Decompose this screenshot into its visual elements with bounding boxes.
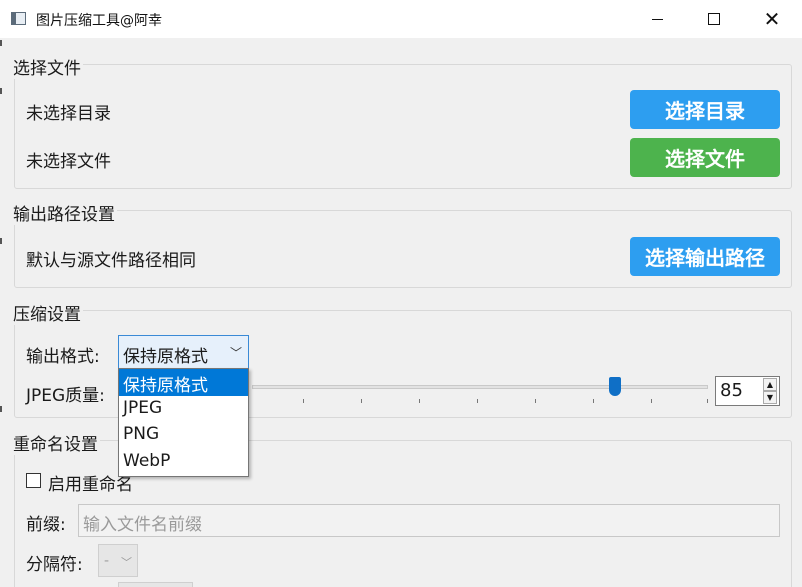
quality-slider-thumb[interactable]: [609, 377, 621, 396]
slider-tick: [707, 399, 708, 403]
chevron-down-icon: ﹀: [121, 556, 132, 569]
slider-tick: [535, 399, 536, 403]
edge-mark: [0, 406, 2, 412]
chevron-down-icon: ﹀: [229, 346, 242, 360]
file-status: 未选择文件: [26, 152, 111, 172]
output-path-status: 默认与源文件路径相同: [26, 251, 196, 271]
format-selected: 保持原格式: [123, 347, 208, 367]
slider-tick: [361, 399, 362, 403]
edge-mark: [0, 88, 2, 94]
quality-label: JPEG质量:: [26, 386, 105, 406]
separator-label: 分隔符:: [26, 555, 83, 575]
prefix-placeholder: 输入文件名前缀: [83, 515, 202, 535]
quality-value: 85: [720, 380, 743, 401]
slider-tick: [477, 399, 478, 403]
spin-up-icon[interactable]: ▲: [763, 378, 777, 391]
separator-value: -: [104, 553, 110, 569]
slider-tick: [593, 399, 594, 403]
edge-mark: [0, 40, 2, 46]
minimize-button[interactable]: [628, 0, 686, 38]
enable-rename-checkbox[interactable]: [26, 473, 41, 488]
rename-title: 重命名设置: [11, 430, 100, 455]
quality-spinbox[interactable]: 85 ▲ ▼: [715, 376, 780, 406]
format-label: 输出格式:: [26, 347, 100, 367]
slider-tick: [651, 399, 652, 403]
format-option[interactable]: WebP: [119, 449, 248, 476]
maximize-button[interactable]: [685, 0, 743, 38]
select-files-title: 选择文件: [11, 54, 83, 79]
partial-field[interactable]: [118, 582, 193, 587]
select-file-button[interactable]: 选择文件: [630, 138, 780, 177]
format-option[interactable]: PNG: [119, 422, 248, 449]
output-path-title: 输出路径设置: [11, 200, 117, 225]
format-option[interactable]: JPEG: [119, 396, 248, 423]
dir-status: 未选择目录: [26, 104, 111, 124]
select-dir-button[interactable]: 选择目录: [630, 90, 780, 129]
prefix-label: 前缀:: [26, 515, 66, 535]
separator-select[interactable]: - ﹀: [98, 544, 138, 577]
compression-title: 压缩设置: [11, 300, 83, 325]
edge-mark: [0, 238, 2, 244]
format-select[interactable]: 保持原格式 ﹀: [118, 335, 249, 369]
quality-slider-track[interactable]: [252, 385, 708, 389]
app-icon: [11, 12, 26, 25]
window-title: 图片压缩工具@阿幸: [36, 13, 162, 29]
close-button[interactable]: ✕: [743, 0, 801, 38]
prefix-input[interactable]: 输入文件名前缀: [78, 504, 780, 537]
close-icon: ✕: [763, 7, 781, 31]
slider-tick: [419, 399, 420, 403]
format-dropdown-list: 保持原格式 JPEG PNG WebP: [118, 368, 249, 477]
select-output-button[interactable]: 选择输出路径: [630, 237, 780, 276]
title-bar: 图片压缩工具@阿幸 ✕: [0, 0, 802, 38]
slider-tick: [303, 399, 304, 403]
format-option[interactable]: 保持原格式: [119, 369, 248, 396]
maximize-icon: [708, 13, 720, 25]
minimize-icon: [651, 18, 663, 20]
spin-down-icon[interactable]: ▼: [763, 391, 777, 404]
